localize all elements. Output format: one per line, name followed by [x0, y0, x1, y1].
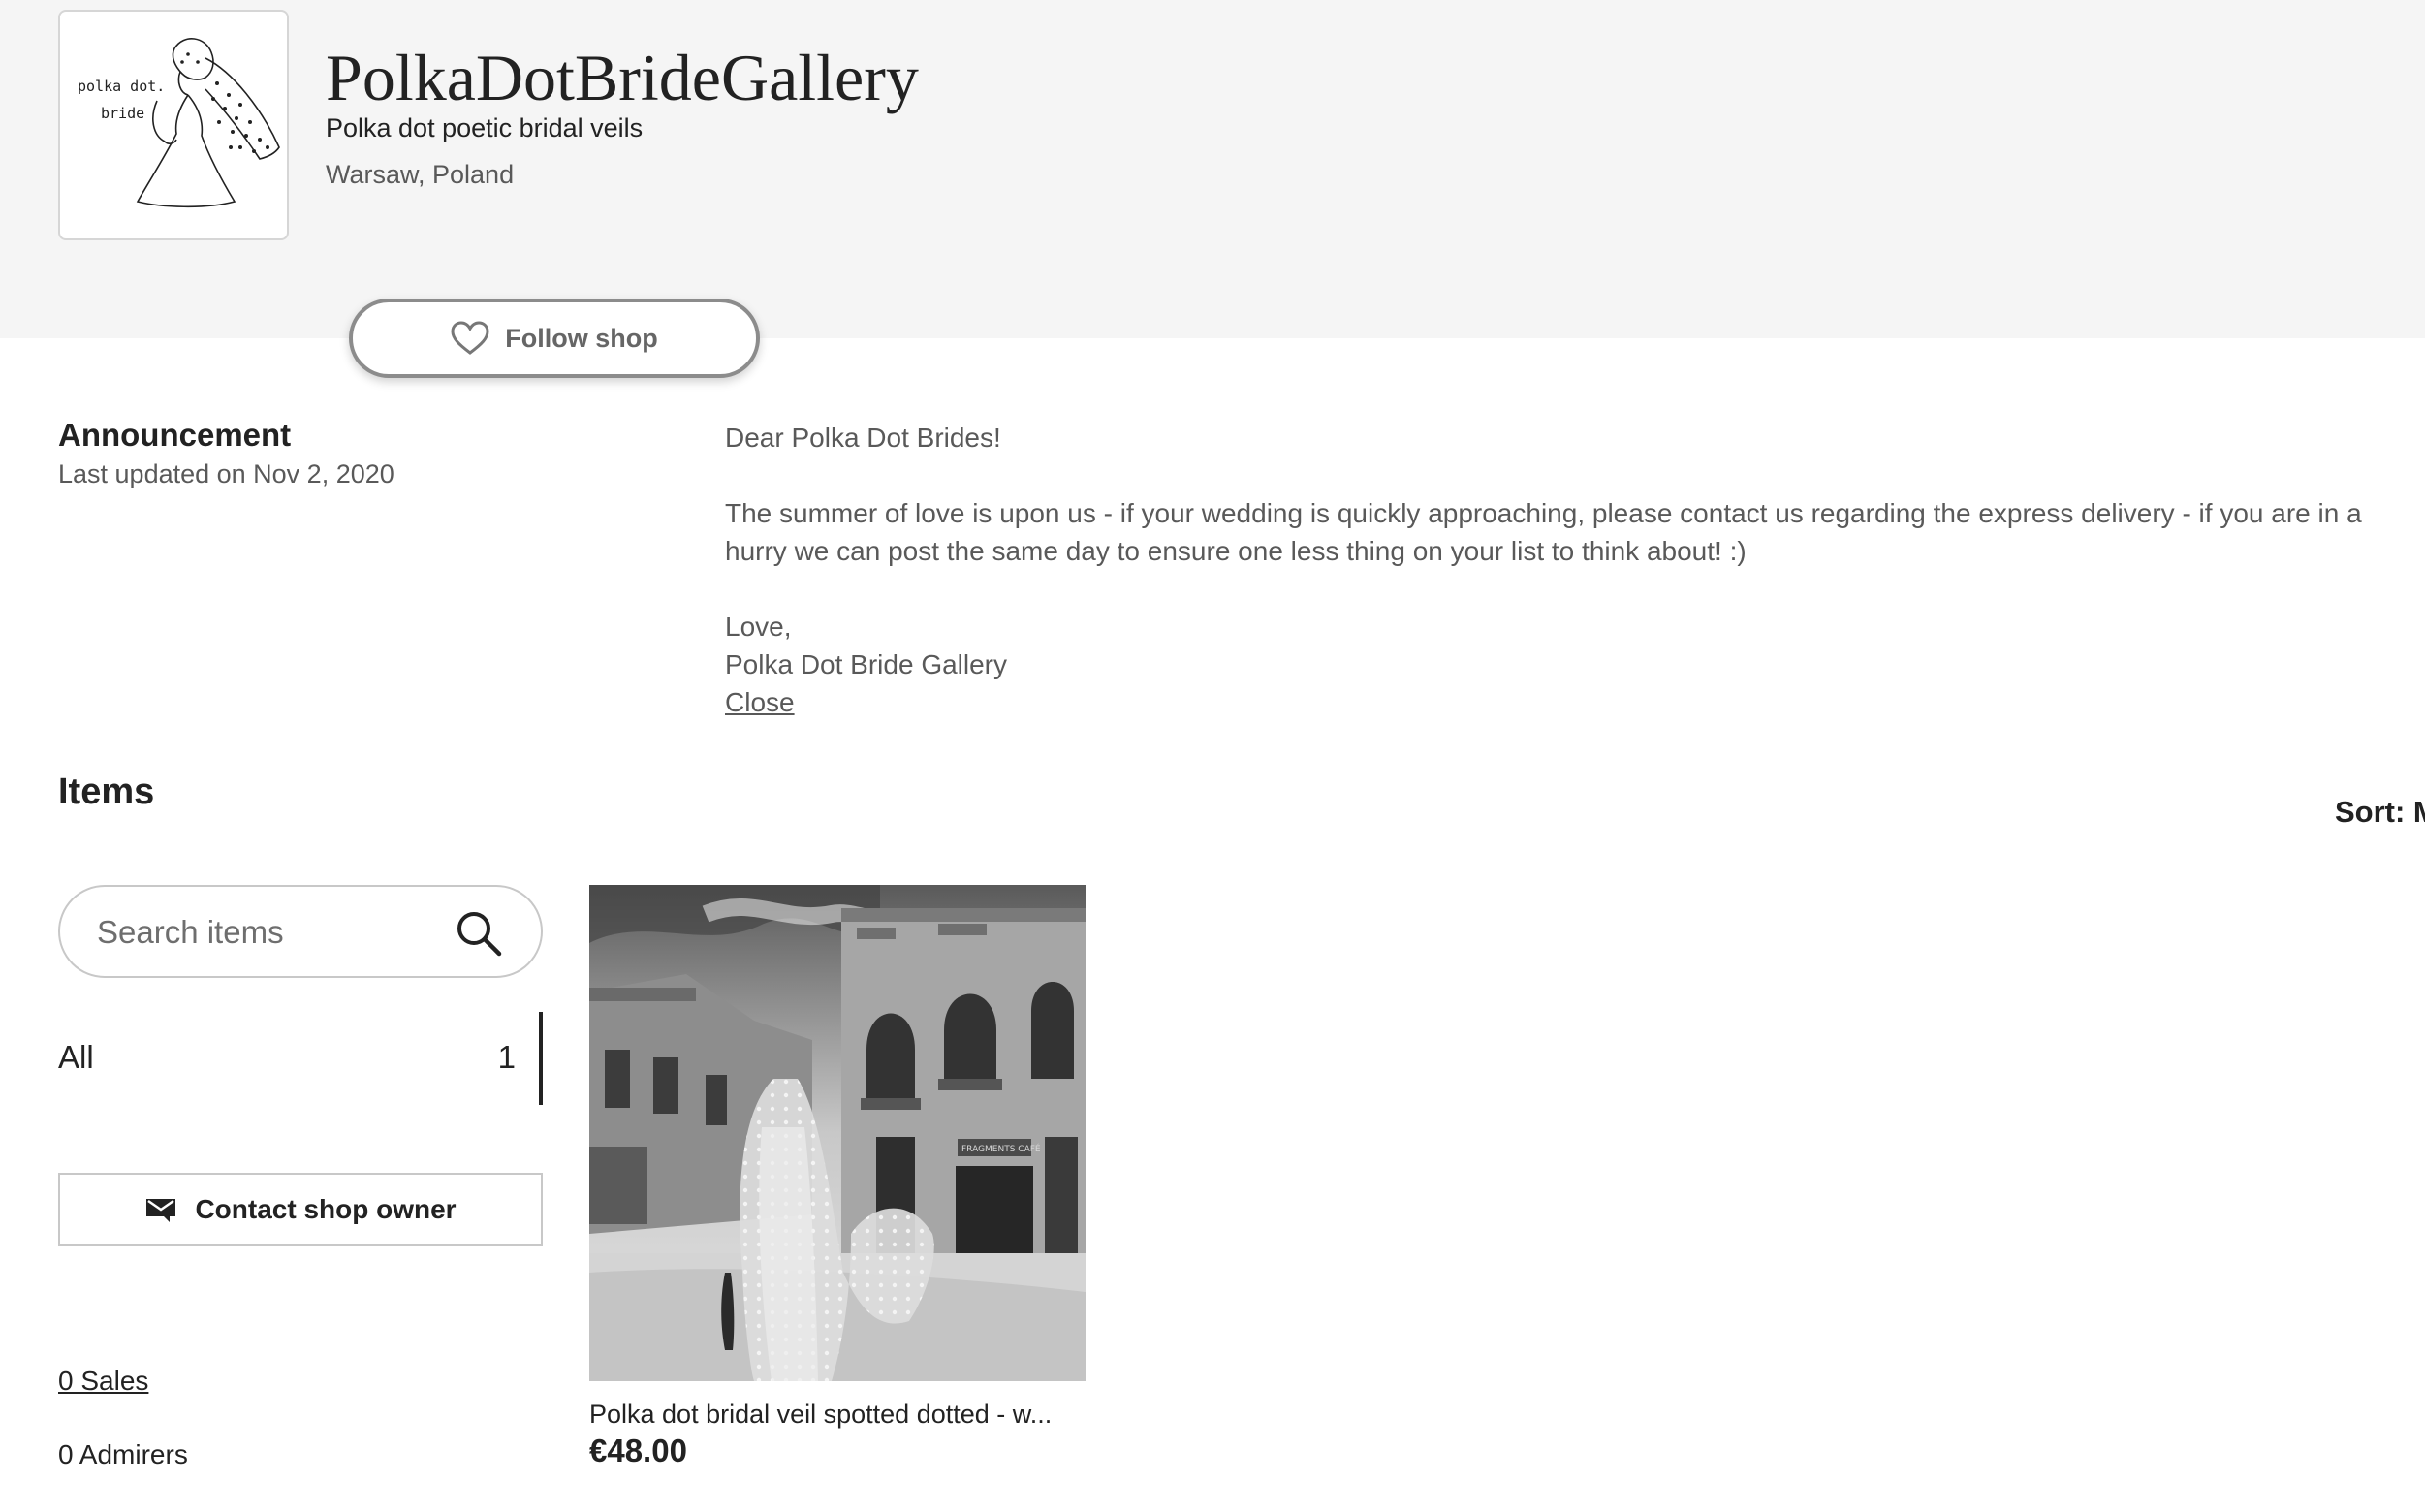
selected-section-indicator	[539, 1012, 543, 1105]
announcement-updated: Last updated on Nov 2, 2020	[58, 459, 394, 488]
announcement-close-link[interactable]: Close	[725, 687, 795, 717]
shop-logo[interactable]: polka dot. bride	[58, 10, 289, 240]
listing-title[interactable]: Polka dot bridal veil spotted dotted - w…	[589, 1400, 1093, 1430]
listing-image[interactable]: FRAGMENTS CAFÉ	[589, 885, 1086, 1381]
logo-text-line2: bride	[101, 105, 144, 122]
announcement-greeting: Dear Polka Dot Brides!	[725, 423, 1001, 453]
sales-link[interactable]: 0 Sales	[58, 1366, 148, 1397]
search-icon[interactable]	[454, 908, 504, 959]
follow-shop-button[interactable]: Follow shop	[349, 299, 760, 378]
announcement-title: Announcement	[58, 417, 292, 453]
announcement-message: The summer of love is upon us - if your …	[725, 498, 2362, 566]
bride-logo-illustration: polka dot. bride	[78, 38, 280, 208]
contact-shop-owner-label: Contact shop owner	[195, 1194, 457, 1224]
heart-icon	[451, 321, 489, 355]
contact-shop-owner-button[interactable]: Contact shop owner	[58, 1173, 543, 1246]
sort-dropdown[interactable]: Sort: M	[2335, 795, 2425, 830]
search-items-box	[58, 885, 543, 978]
announcement-signoff: Love,	[725, 612, 792, 642]
listing-price: €48.00	[589, 1433, 687, 1468]
section-count: 1	[497, 1039, 516, 1075]
announcement-signature: Polka Dot Bride Gallery	[725, 649, 1008, 679]
follow-shop-label: Follow shop	[505, 323, 658, 353]
shop-location: Warsaw, Poland	[326, 160, 515, 189]
search-input[interactable]	[95, 906, 448, 959]
logo-text-line1: polka dot.	[78, 78, 165, 95]
section-all[interactable]: All 1	[58, 1012, 543, 1105]
announcement-body: Dear Polka Dot Brides! The summer of lov…	[725, 419, 2411, 721]
cafe-sign-text: FRAGMENTS CAFÉ	[961, 1143, 1041, 1154]
admirers-count: 0 Admirers	[58, 1439, 188, 1469]
envelope-icon	[146, 1199, 176, 1222]
shop-tagline: Polka dot poetic bridal veils	[326, 113, 644, 142]
shop-name: PolkaDotBrideGallery	[326, 41, 919, 114]
items-heading: Items	[58, 772, 155, 812]
bridal-veil-photo: FRAGMENTS CAFÉ	[589, 885, 1086, 1381]
section-label: All	[58, 1039, 94, 1075]
